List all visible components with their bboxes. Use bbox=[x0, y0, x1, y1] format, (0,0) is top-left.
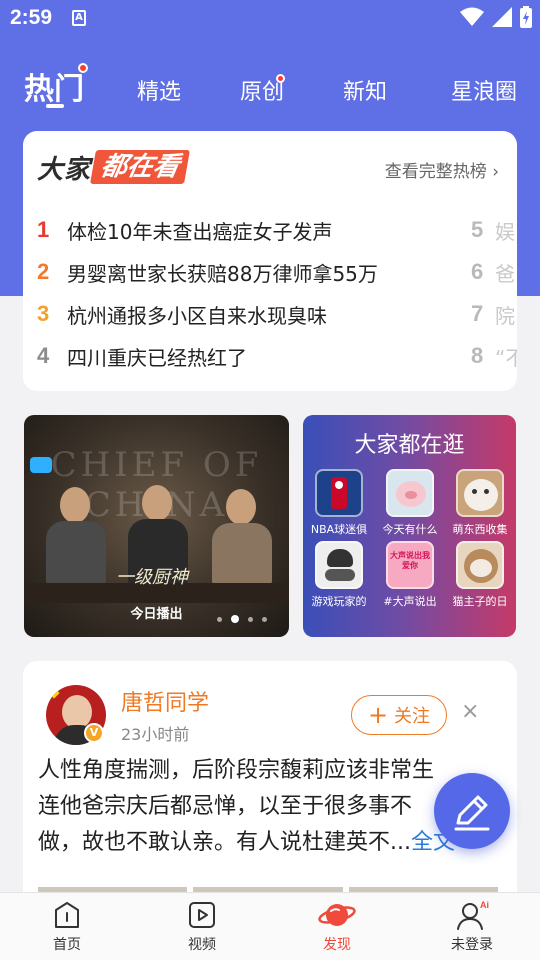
nav-label: 未登录 bbox=[451, 937, 493, 953]
nav-label: 视频 bbox=[188, 937, 216, 953]
hot-title: 院 bbox=[495, 303, 515, 328]
browse-item-label: NBA球迷俱 bbox=[310, 523, 368, 536]
browse-item[interactable]: 萌东西收集 bbox=[448, 469, 512, 537]
plus-icon: + bbox=[367, 701, 389, 729]
post-line-text: 做，故也不敢认亲。有人说杜建英不... bbox=[38, 830, 411, 855]
channel-tabs: 热门 精选 原创 新知 星浪圈 bbox=[0, 58, 540, 118]
pagination-dot-active bbox=[231, 615, 239, 623]
hot-rank: 6 bbox=[471, 259, 484, 284]
browse-item[interactable]: 猫主子的日 bbox=[448, 541, 512, 609]
home-icon bbox=[55, 902, 79, 928]
browse-item[interactable]: 大声说出我爱你 #大声说出 bbox=[378, 541, 442, 609]
nav-label: 首页 bbox=[53, 937, 81, 953]
hot-item[interactable]: 3 杭州通报多小区自来水现臭味 bbox=[37, 293, 467, 335]
hot-title: 体检10年未查出癌症女子发声 bbox=[67, 219, 333, 244]
nav-home[interactable]: 首页 bbox=[27, 899, 107, 954]
notification-a-icon: A bbox=[72, 10, 86, 26]
pig-pink-icon: 大声说出我爱你 bbox=[386, 541, 434, 589]
view-full-hot-list-link[interactable]: 查看完整热榜 › bbox=[385, 157, 499, 182]
compose-button[interactable] bbox=[434, 773, 510, 849]
pagination-dot bbox=[248, 616, 253, 622]
hot-item[interactable]: 2 男婴离世家长获赔88万律师拿55万 bbox=[37, 251, 467, 293]
pig-icon bbox=[386, 469, 434, 517]
banner-pagination bbox=[217, 615, 267, 623]
hot-title: 爸 bbox=[495, 261, 515, 286]
browse-item-label: 萌东西收集 bbox=[452, 523, 508, 536]
browse-item[interactable]: 今天有什么 bbox=[378, 469, 442, 537]
hot-board-logo-text: 大家 bbox=[37, 154, 92, 185]
hot-list-peek: 5 娱 6 爸 7 院 8 “不 bbox=[471, 209, 517, 377]
tab-new-knowledge[interactable]: 新知 bbox=[343, 74, 387, 106]
follow-label: 关注 bbox=[394, 706, 431, 727]
follow-button[interactable]: + 关注 bbox=[351, 695, 447, 735]
tab-active-indicator bbox=[46, 104, 64, 108]
hot-title: 四川重庆已经热红了 bbox=[67, 345, 247, 370]
post-time: 23小时前 bbox=[121, 725, 190, 744]
status-bar: 2:59 A bbox=[0, 0, 540, 38]
nav-video[interactable]: 视频 bbox=[162, 899, 242, 954]
hot-board-logo: 大家 都在看 bbox=[37, 147, 191, 187]
tab-hot[interactable]: 热门 bbox=[24, 64, 84, 108]
pagination-dot bbox=[262, 616, 267, 622]
hot-rank: 3 bbox=[37, 301, 50, 326]
badge-text: 大声说出我爱你 bbox=[390, 551, 430, 570]
svg-text:Ai: Ai bbox=[480, 900, 489, 910]
nav-label: 发现 bbox=[323, 937, 351, 953]
hot-rank: 2 bbox=[37, 259, 50, 284]
hot-item[interactable]: 8 “不 bbox=[471, 335, 517, 377]
hot-title: “不 bbox=[495, 345, 517, 370]
show-logo: 一级厨神 bbox=[116, 567, 188, 588]
browse-card: 大家都在逛 NBA球迷俱 今天有什么 萌东西收集 游戏玩家的 大声说出我爱你 #… bbox=[303, 415, 516, 637]
hot-board-card[interactable]: 大家 都在看 查看完整热榜 › 1 体检10年未查出癌症女子发声 2 男婴离世家… bbox=[23, 131, 517, 391]
tab-hot-dot bbox=[78, 63, 88, 73]
video-icon bbox=[189, 902, 215, 928]
tab-selected[interactable]: 精选 bbox=[137, 74, 181, 106]
hot-item[interactable]: 4 四川重庆已经热红了 bbox=[37, 335, 467, 377]
hot-item[interactable]: 6 爸 bbox=[471, 251, 517, 293]
discover-planet-icon bbox=[318, 904, 356, 926]
hot-title: 杭州通报多小区自来水现臭味 bbox=[67, 303, 327, 328]
bottom-nav: 首页 视频 发现 Ai 未登录 bbox=[0, 892, 540, 960]
close-icon[interactable]: × bbox=[461, 699, 479, 724]
browse-item-label: 猫主子的日 bbox=[452, 595, 508, 608]
browse-title: 大家都在逛 bbox=[354, 433, 465, 458]
nav-discover[interactable]: 发现 bbox=[297, 899, 377, 954]
browse-item[interactable]: 游戏玩家的 bbox=[307, 541, 371, 609]
status-time: 2:59 bbox=[10, 6, 53, 29]
hot-item[interactable]: 1 体检10年未查出癌症女子发声 bbox=[37, 209, 467, 251]
hot-rank: 8 bbox=[471, 343, 484, 368]
user-icon: Ai bbox=[457, 900, 489, 930]
wifi-icon bbox=[460, 7, 484, 26]
browse-item-label: 今天有什么 bbox=[382, 523, 438, 536]
show-banner[interactable]: CHIEF OF CHINA 一级厨神 今日播出 bbox=[24, 415, 289, 637]
hot-board-logo-highlight: 都在看 bbox=[90, 150, 191, 184]
hot-rank: 4 bbox=[37, 343, 50, 368]
pagination-dot bbox=[217, 616, 222, 622]
cat-icon bbox=[456, 469, 504, 517]
nba-logo-icon bbox=[315, 469, 363, 517]
hot-item[interactable]: 7 院 bbox=[471, 293, 517, 335]
kitten-icon bbox=[456, 541, 504, 589]
browse-item-label: 游戏玩家的 bbox=[311, 595, 367, 608]
hot-rank: 1 bbox=[37, 217, 50, 242]
hot-rank: 5 bbox=[471, 217, 484, 242]
channel-logo-icon bbox=[30, 457, 52, 473]
pencil-icon bbox=[454, 795, 490, 831]
hot-rank: 7 bbox=[471, 301, 484, 326]
tab-original-dot bbox=[276, 74, 285, 83]
hot-title: 娱 bbox=[495, 219, 515, 244]
tab-star-circle[interactable]: 星浪圈 bbox=[451, 74, 517, 106]
post-author[interactable]: 唐哲同学 bbox=[121, 685, 209, 717]
status-icons bbox=[460, 6, 532, 28]
hot-list: 1 体检10年未查出癌症女子发声 2 男婴离世家长获赔88万律师拿55万 3 杭… bbox=[37, 209, 467, 377]
verified-badge-icon: V bbox=[84, 723, 104, 743]
browse-item[interactable]: NBA球迷俱 bbox=[307, 469, 371, 537]
hot-item[interactable]: 5 娱 bbox=[471, 209, 517, 251]
browse-item-label: #大声说出 bbox=[383, 595, 437, 608]
gamer-icon bbox=[315, 541, 363, 589]
nav-profile[interactable]: Ai 未登录 bbox=[432, 899, 512, 954]
battery-icon bbox=[520, 6, 532, 28]
signal-icon bbox=[492, 7, 512, 27]
hot-title: 男婴离世家长获赔88万律师拿55万 bbox=[67, 261, 378, 286]
